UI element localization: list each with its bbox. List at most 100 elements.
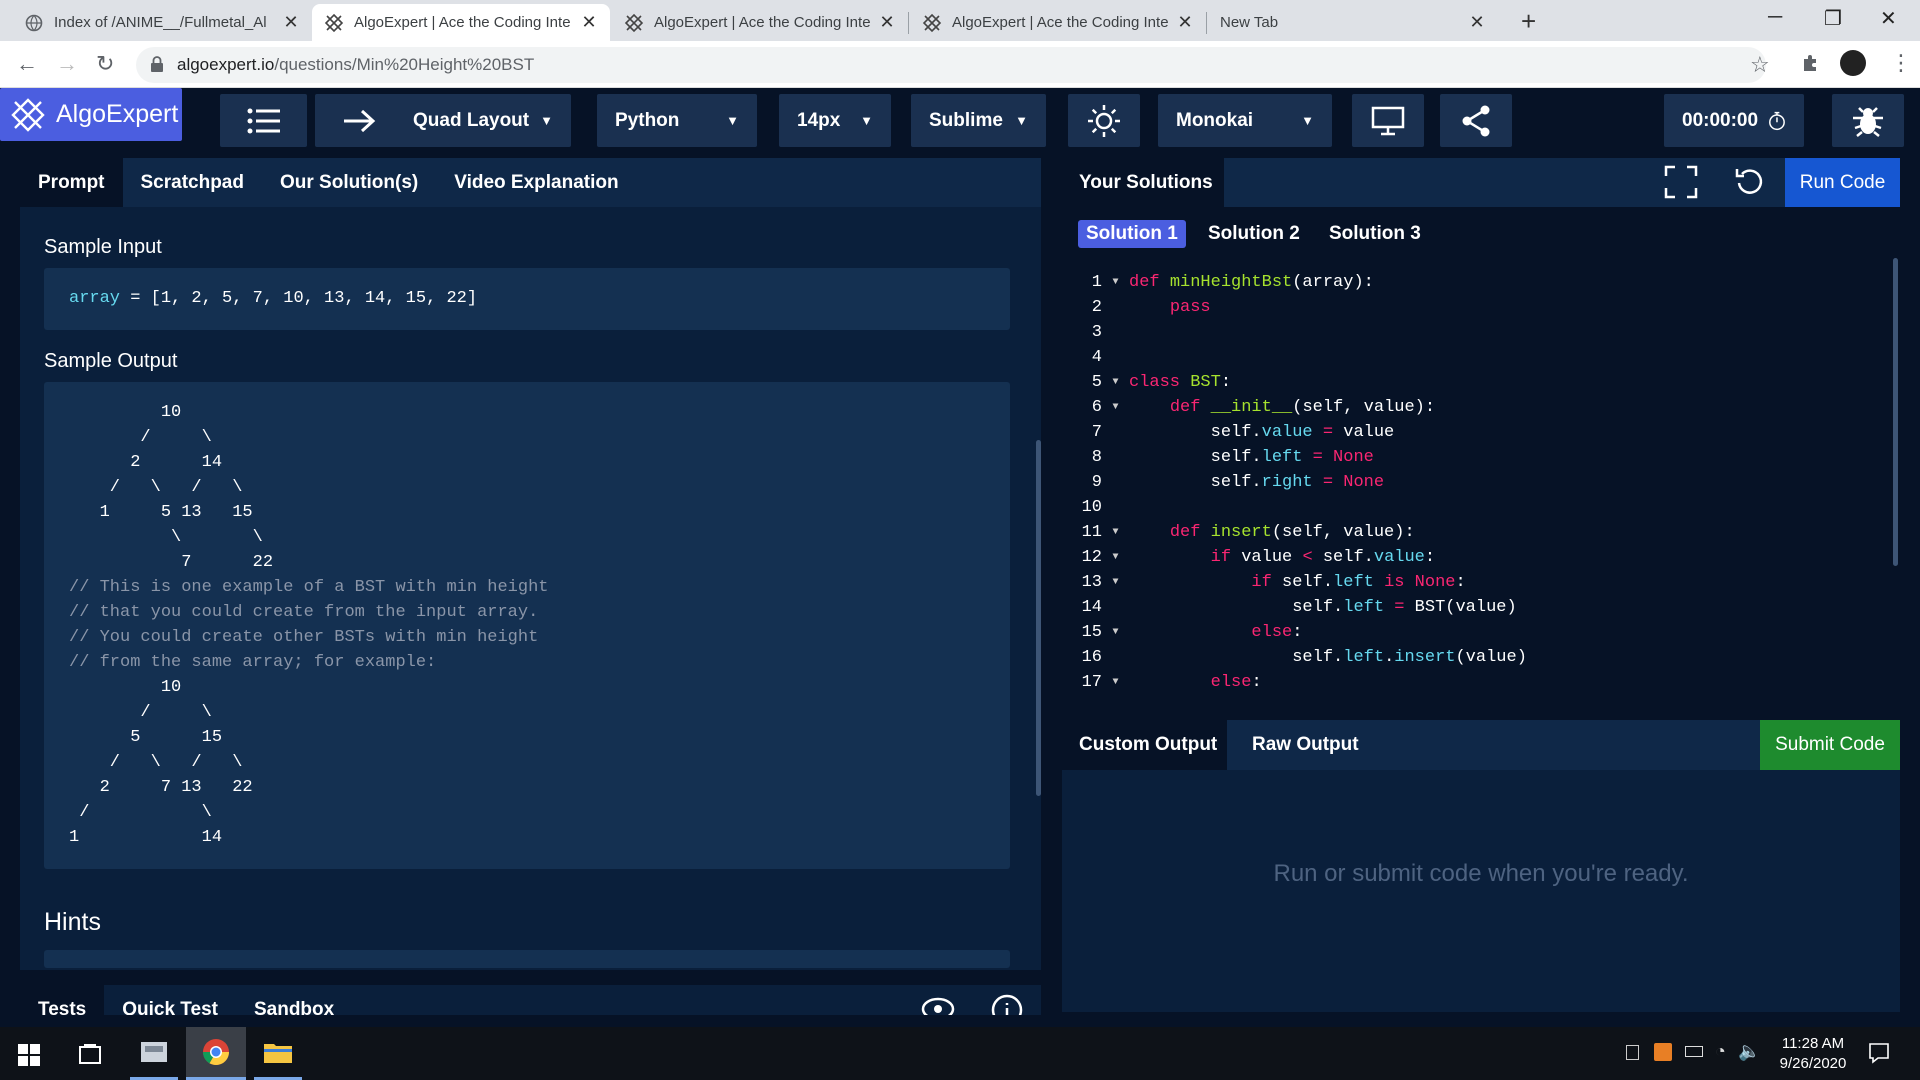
tab-sandbox[interactable]: Sandbox xyxy=(236,985,352,1015)
browser-tab-1[interactable]: Index of /ANIME__/Fullmetal_Al ✕ xyxy=(12,4,312,41)
fold-arrow-icon[interactable]: ▼ xyxy=(1108,670,1123,695)
close-icon[interactable]: ✕ xyxy=(580,12,598,33)
fold-arrow-icon[interactable]: ▼ xyxy=(1108,545,1123,570)
window-close-icon[interactable]: ✕ xyxy=(1880,6,1897,31)
solution-tab-1[interactable]: Solution 1 xyxy=(1078,220,1186,248)
eye-icon[interactable] xyxy=(920,995,956,1015)
chrome-taskbar-app[interactable] xyxy=(186,1027,246,1080)
star-icon[interactable]: ☆ xyxy=(1750,52,1770,78)
close-icon[interactable]: ✕ xyxy=(1176,12,1194,33)
back-icon[interactable]: ← xyxy=(16,51,38,77)
close-icon[interactable]: ✕ xyxy=(1468,12,1486,33)
fold-arrow-icon[interactable]: ▼ xyxy=(1108,370,1123,395)
browser-tab-5[interactable]: New Tab ✕ xyxy=(1208,4,1498,41)
your-solutions-tab[interactable]: Your Solutions xyxy=(1062,158,1224,207)
code-line[interactable]: 3 xyxy=(1062,320,1900,345)
code-line[interactable]: 16 self.left.insert(value) xyxy=(1062,645,1900,670)
editor-scrollbar[interactable] xyxy=(1893,258,1898,566)
code-editor[interactable]: 1 ▼ def minHeightBst(array): 2 pass 3 4 5 ▼ clas… xyxy=(1062,270,1900,700)
prompt-scrollbar[interactable] xyxy=(1036,440,1041,796)
tab-scratchpad[interactable]: Scratchpad xyxy=(123,158,262,207)
fold-arrow-icon[interactable]: ▼ xyxy=(1108,270,1123,295)
forward-icon[interactable]: → xyxy=(56,51,78,77)
code-text: if value < self.value: xyxy=(1210,548,1436,567)
algoexpert-logo[interactable]: AlgoExpert xyxy=(0,88,182,141)
code-line[interactable]: 6 ▼ def __init__(self, value): xyxy=(1062,395,1900,420)
tab-prompt[interactable]: Prompt xyxy=(20,158,123,207)
line-number: 7 xyxy=(1091,423,1102,442)
file-explorer-taskbar-app[interactable] xyxy=(254,1027,302,1080)
solution-tab-2[interactable]: Solution 2 xyxy=(1200,220,1308,248)
share-button[interactable] xyxy=(1440,94,1512,147)
reload-icon[interactable]: ↻ xyxy=(96,51,114,77)
taskbar-clock[interactable]: 11:28 AM 9/26/2020 xyxy=(1768,1034,1858,1074)
browser-tab-2[interactable]: AlgoExpert | Ace the Coding Inte ✕ xyxy=(312,4,610,41)
sample-input-heading: Sample Input xyxy=(44,236,162,258)
code-line[interactable]: 12 ▼ if value < self.value: xyxy=(1062,545,1900,570)
extensions-icon[interactable] xyxy=(1800,53,1820,78)
theme-select[interactable]: Monokai ▼ xyxy=(1158,94,1332,147)
present-button[interactable] xyxy=(1352,94,1424,147)
tab-raw-output[interactable]: Raw Output xyxy=(1252,720,1359,770)
more-menu-icon[interactable]: ⋮ xyxy=(1890,50,1912,76)
taskbar-app-1[interactable] xyxy=(130,1027,178,1080)
tab-custom-output[interactable]: Custom Output xyxy=(1062,720,1227,770)
new-tab-icon[interactable]: + xyxy=(1521,6,1536,37)
battery-icon[interactable] xyxy=(1685,1046,1703,1057)
language-select[interactable]: Python ▼ xyxy=(597,94,757,147)
code-line[interactable]: 7 self.value = value xyxy=(1062,420,1900,445)
minimize-icon[interactable]: ─ xyxy=(1768,6,1782,29)
code-line[interactable]: 5 ▼ class BST: xyxy=(1062,370,1900,395)
notifications-icon[interactable] xyxy=(1868,1042,1890,1069)
profile-avatar[interactable] xyxy=(1840,50,1866,76)
tray-app-icon[interactable] xyxy=(1654,1043,1672,1061)
fold-arrow-icon[interactable]: ▼ xyxy=(1108,570,1123,595)
keymap-select[interactable]: Sublime ▼ xyxy=(911,94,1046,147)
fold-arrow-icon[interactable]: ▼ xyxy=(1108,395,1123,420)
close-icon[interactable]: ✕ xyxy=(878,12,896,33)
fold-arrow-icon[interactable]: ▼ xyxy=(1108,520,1123,545)
restore-icon[interactable]: ❐ xyxy=(1824,6,1842,31)
solution-tab-3[interactable]: Solution 3 xyxy=(1321,220,1429,248)
hint-box[interactable] xyxy=(44,950,1010,968)
browser-tab-3[interactable]: AlgoExpert | Ace the Coding Inte ✕ xyxy=(612,4,908,41)
windows-logo-icon[interactable] xyxy=(18,1044,40,1071)
timer-button[interactable]: 00:00:00 xyxy=(1664,94,1804,147)
layout-select[interactable]: Quad Layout ▼ xyxy=(395,94,571,147)
next-question-button[interactable] xyxy=(315,94,402,147)
tray-notes-icon[interactable] xyxy=(1626,1045,1639,1060)
run-code-button[interactable]: Run Code xyxy=(1785,158,1900,207)
line-number: 11 xyxy=(1081,523,1102,542)
code-line[interactable]: 11 ▼ def insert(self, value): xyxy=(1062,520,1900,545)
code-line[interactable]: 15 ▼ else: xyxy=(1062,620,1900,645)
code-line[interactable]: 17 ▼ else: xyxy=(1062,670,1900,695)
info-icon[interactable] xyxy=(990,993,1024,1015)
tab-tests[interactable]: Tests xyxy=(20,985,105,1015)
code-line[interactable]: 14 self.left = BST(value) xyxy=(1062,595,1900,620)
wifi-icon[interactable]: ◔ xyxy=(1715,1041,1726,1062)
browser-tab-4[interactable]: AlgoExpert | Ace the Coding Inte ✕ xyxy=(910,4,1206,41)
tab-video-explanation[interactable]: Video Explanation xyxy=(436,158,636,207)
submit-code-button[interactable]: Submit Code xyxy=(1760,720,1900,770)
fullscreen-icon[interactable] xyxy=(1664,165,1698,204)
font-size-select[interactable]: 14px ▼ xyxy=(779,94,891,147)
code-line[interactable]: 10 xyxy=(1062,495,1900,520)
menu-button[interactable] xyxy=(220,94,307,147)
code-line[interactable]: 13 ▼ if self.left is None: xyxy=(1062,570,1900,595)
theme-toggle-button[interactable] xyxy=(1068,94,1140,147)
tab-our-solutions[interactable]: Our Solution(s) xyxy=(262,158,436,207)
fold-arrow-icon[interactable]: ▼ xyxy=(1108,620,1123,645)
lock-icon[interactable] xyxy=(150,56,164,78)
close-icon[interactable]: ✕ xyxy=(282,12,300,33)
code-line[interactable]: 4 xyxy=(1062,345,1900,370)
reset-icon[interactable] xyxy=(1734,166,1766,203)
code-line[interactable]: 2 pass xyxy=(1062,295,1900,320)
tab-quick-test[interactable]: Quick Test xyxy=(104,985,236,1015)
task-view-icon[interactable] xyxy=(78,1044,102,1071)
code-line[interactable]: 8 self.left = None xyxy=(1062,445,1900,470)
code-line[interactable]: 1 ▼ def minHeightBst(array): xyxy=(1062,270,1900,295)
report-bug-button[interactable] xyxy=(1832,94,1904,147)
code-text: else: xyxy=(1210,673,1262,692)
code-line[interactable]: 9 self.right = None xyxy=(1062,470,1900,495)
volume-icon[interactable]: 🔈 xyxy=(1738,1041,1760,1062)
